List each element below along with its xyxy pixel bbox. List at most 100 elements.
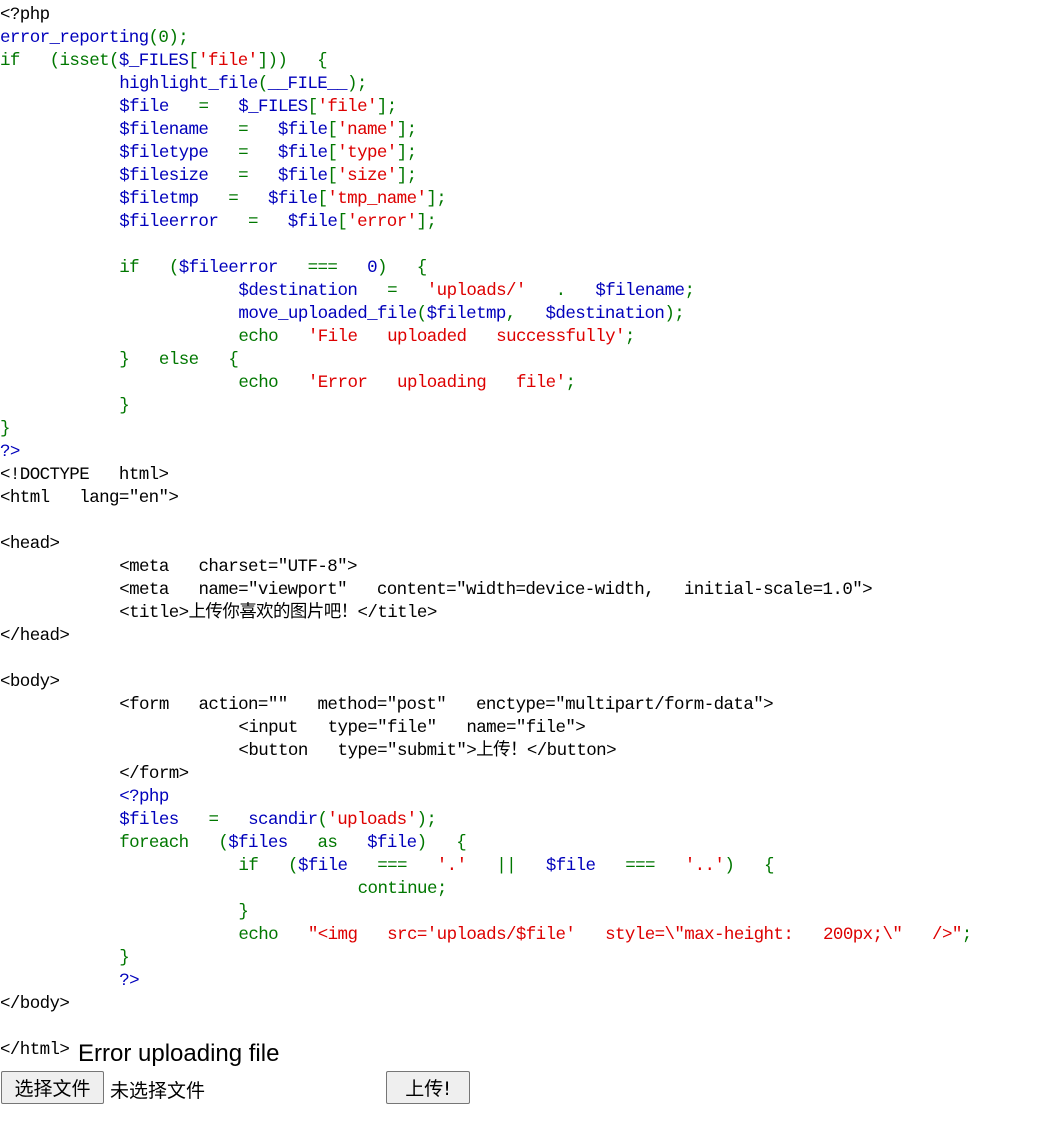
code-token: ; (565, 373, 577, 393)
code-token: ); (664, 304, 685, 324)
code-line: ?> (0, 441, 972, 464)
code-token: [ (327, 143, 338, 163)
code-token: <html lang="en"> (0, 488, 179, 508)
code-token: </html> (0, 1040, 70, 1060)
code-token: $filetmp (426, 304, 507, 324)
code-token: ])) { (257, 51, 328, 71)
code-token: <meta charset="UTF-8"> (0, 557, 357, 577)
code-token: $file (287, 212, 338, 232)
code-line: $filetmp = $file['tmp_name']; (0, 188, 972, 211)
code-token: = (198, 97, 239, 117)
code-token: 'Error uploading file' (307, 373, 566, 393)
code-token: 'type' (337, 143, 397, 163)
code-token: ]; (396, 120, 417, 140)
code-token: = (238, 143, 278, 163)
code-token: <button type="submit">上传！</button> (0, 741, 616, 761)
code-token: highlight_file (0, 74, 258, 94)
code-token: scandir (248, 810, 318, 830)
code-token: $files (0, 810, 209, 830)
code-token: $_FILES (118, 51, 189, 71)
code-token: = (228, 189, 268, 209)
code-token: <input type="file" name="file"> (0, 718, 586, 738)
code-token: <title>上传你喜欢的图片吧！</title> (0, 603, 437, 623)
code-line: echo 'File uploaded successfully'; (0, 326, 972, 349)
code-line: <input type="file" name="file"> (0, 717, 972, 740)
code-token: (0); (148, 28, 189, 48)
code-token: as (317, 833, 368, 853)
code-token: [ (317, 189, 328, 209)
code-token: 'name' (337, 120, 397, 140)
code-token: [ (327, 166, 338, 186)
code-token: </form> (0, 764, 189, 784)
code-token: ); (416, 810, 437, 830)
code-token: 'file' (317, 97, 377, 117)
code-token: ]; (426, 189, 447, 209)
code-token: ]; (396, 143, 417, 163)
code-line: <body> (0, 671, 972, 694)
code-token: [ (307, 97, 319, 117)
code-token: $filename (0, 120, 239, 140)
code-token: $filetmp (0, 189, 229, 209)
code-token: 'File uploaded successfully' (307, 327, 626, 347)
code-line: highlight_file(__FILE__); (0, 73, 972, 96)
code-token: ; (684, 281, 695, 301)
code-line: <meta name="viewport" content="width=dev… (0, 579, 972, 602)
code-token: ); (346, 74, 367, 94)
code-line: } (0, 947, 972, 970)
code-token: "<img src='uploads/$file' style=\"max-he… (307, 925, 963, 945)
code-token: ( (317, 810, 328, 830)
code-line: foreach ($files as $file) { (0, 832, 972, 855)
code-line: <?php (0, 786, 972, 809)
code-token: 'uploads' (327, 810, 417, 830)
code-token: [ (188, 51, 199, 71)
code-token: [ (327, 120, 338, 140)
code-token: ( (257, 74, 269, 94)
code-token: $file (0, 97, 199, 117)
code-token: . (555, 281, 596, 301)
code-line: </form> (0, 763, 972, 786)
code-line: error_reporting(0); (0, 27, 972, 50)
code-line: echo 'Error uploading file'; (0, 372, 972, 395)
code-token: '..' (684, 856, 725, 876)
code-token: = (238, 166, 278, 186)
code-token: , (505, 304, 546, 324)
code-token: $file (297, 856, 378, 876)
code-token: $file (267, 189, 318, 209)
code-token: foreach ( (0, 833, 229, 853)
code-token: ?> (0, 442, 20, 462)
code-line: ?> (0, 970, 972, 993)
code-token: $file (277, 166, 328, 186)
code-token: $destination (0, 281, 388, 301)
upload-submit-button[interactable]: 上传! (386, 1071, 470, 1104)
code-token: <?php (0, 5, 50, 25)
code-token: 'tmp_name' (327, 189, 427, 209)
choose-file-button[interactable]: 选择文件 (1, 1071, 104, 1104)
code-token: ; (624, 327, 636, 347)
code-line: $filename = $file['name']; (0, 119, 972, 142)
code-token: <form action="" method="post" enctype="m… (0, 695, 774, 715)
code-token: $filename (595, 281, 685, 301)
code-token: = (387, 281, 427, 301)
code-line: </body> (0, 993, 972, 1016)
code-line: } else { (0, 349, 972, 372)
code-token: } (0, 948, 130, 968)
code-token: } else { (0, 350, 239, 370)
code-token: $file (277, 143, 328, 163)
code-token: ?> (0, 971, 140, 991)
code-line: </head> (0, 625, 972, 648)
code-token: 'error' (347, 212, 417, 232)
code-token: } (0, 396, 130, 416)
code-line: if ($fileerror === 0) { (0, 257, 972, 280)
code-token: $_FILES (238, 97, 308, 117)
code-token: continue; (0, 879, 448, 899)
code-line: if ($file === '.' || $file === '..') { (0, 855, 972, 878)
code-token: <meta name="viewport" content="width=dev… (0, 580, 873, 600)
code-line: $destination = 'uploads/' . $filename; (0, 280, 972, 303)
highlighted-source-code: <?php error_reporting(0); if (isset($_FILE… (0, 4, 972, 1062)
code-token: ) { (376, 258, 427, 278)
code-token: error_reporting (0, 28, 149, 48)
code-token: <!DOCTYPE html> (0, 465, 169, 485)
code-line: <?php (0, 4, 972, 27)
code-token: ) { (416, 833, 467, 853)
